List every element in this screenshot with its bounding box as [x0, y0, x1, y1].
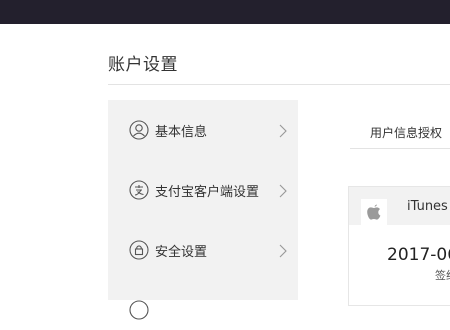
sidebar: 基本信息 支付宝客户端设置 安全设置: [108, 100, 298, 320]
user-icon: [129, 120, 149, 140]
alipay-client-icon: [129, 180, 149, 200]
app-name: iTunes: [407, 199, 448, 214]
page-title: 账户设置: [108, 55, 178, 75]
chevron-right-icon: [278, 123, 288, 138]
top-navigation-bar: [0, 0, 450, 24]
apple-icon: [361, 199, 387, 225]
lock-icon: [129, 240, 149, 260]
partial-icon: [129, 300, 149, 320]
sidebar-item-partial[interactable]: [108, 290, 298, 330]
sidebar-item-label: 基本信息: [155, 125, 208, 140]
title-divider: [108, 84, 450, 85]
sidebar-item-alipay-client-settings[interactable]: 支付宝客户端设置: [108, 170, 298, 210]
authorized-app-card[interactable]: iTunes 2017-06 签约: [348, 186, 450, 306]
sidebar-item-label: 支付宝客户端设置: [155, 185, 260, 200]
tab-label: 用户信息授权: [370, 126, 443, 140]
sidebar-item-security-settings[interactable]: 安全设置: [108, 230, 298, 270]
sidebar-item-label: 安全设置: [155, 245, 208, 260]
authorization-date: 2017-06: [387, 245, 450, 265]
sidebar-item-basic-info[interactable]: 基本信息: [108, 110, 298, 150]
card-header: iTunes: [349, 187, 450, 225]
card-subtext: 签约: [435, 269, 450, 282]
chevron-right-icon: [278, 243, 288, 258]
tab-user-info-authorization[interactable]: 用户信息授权: [350, 118, 450, 149]
chevron-right-icon: [278, 183, 288, 198]
